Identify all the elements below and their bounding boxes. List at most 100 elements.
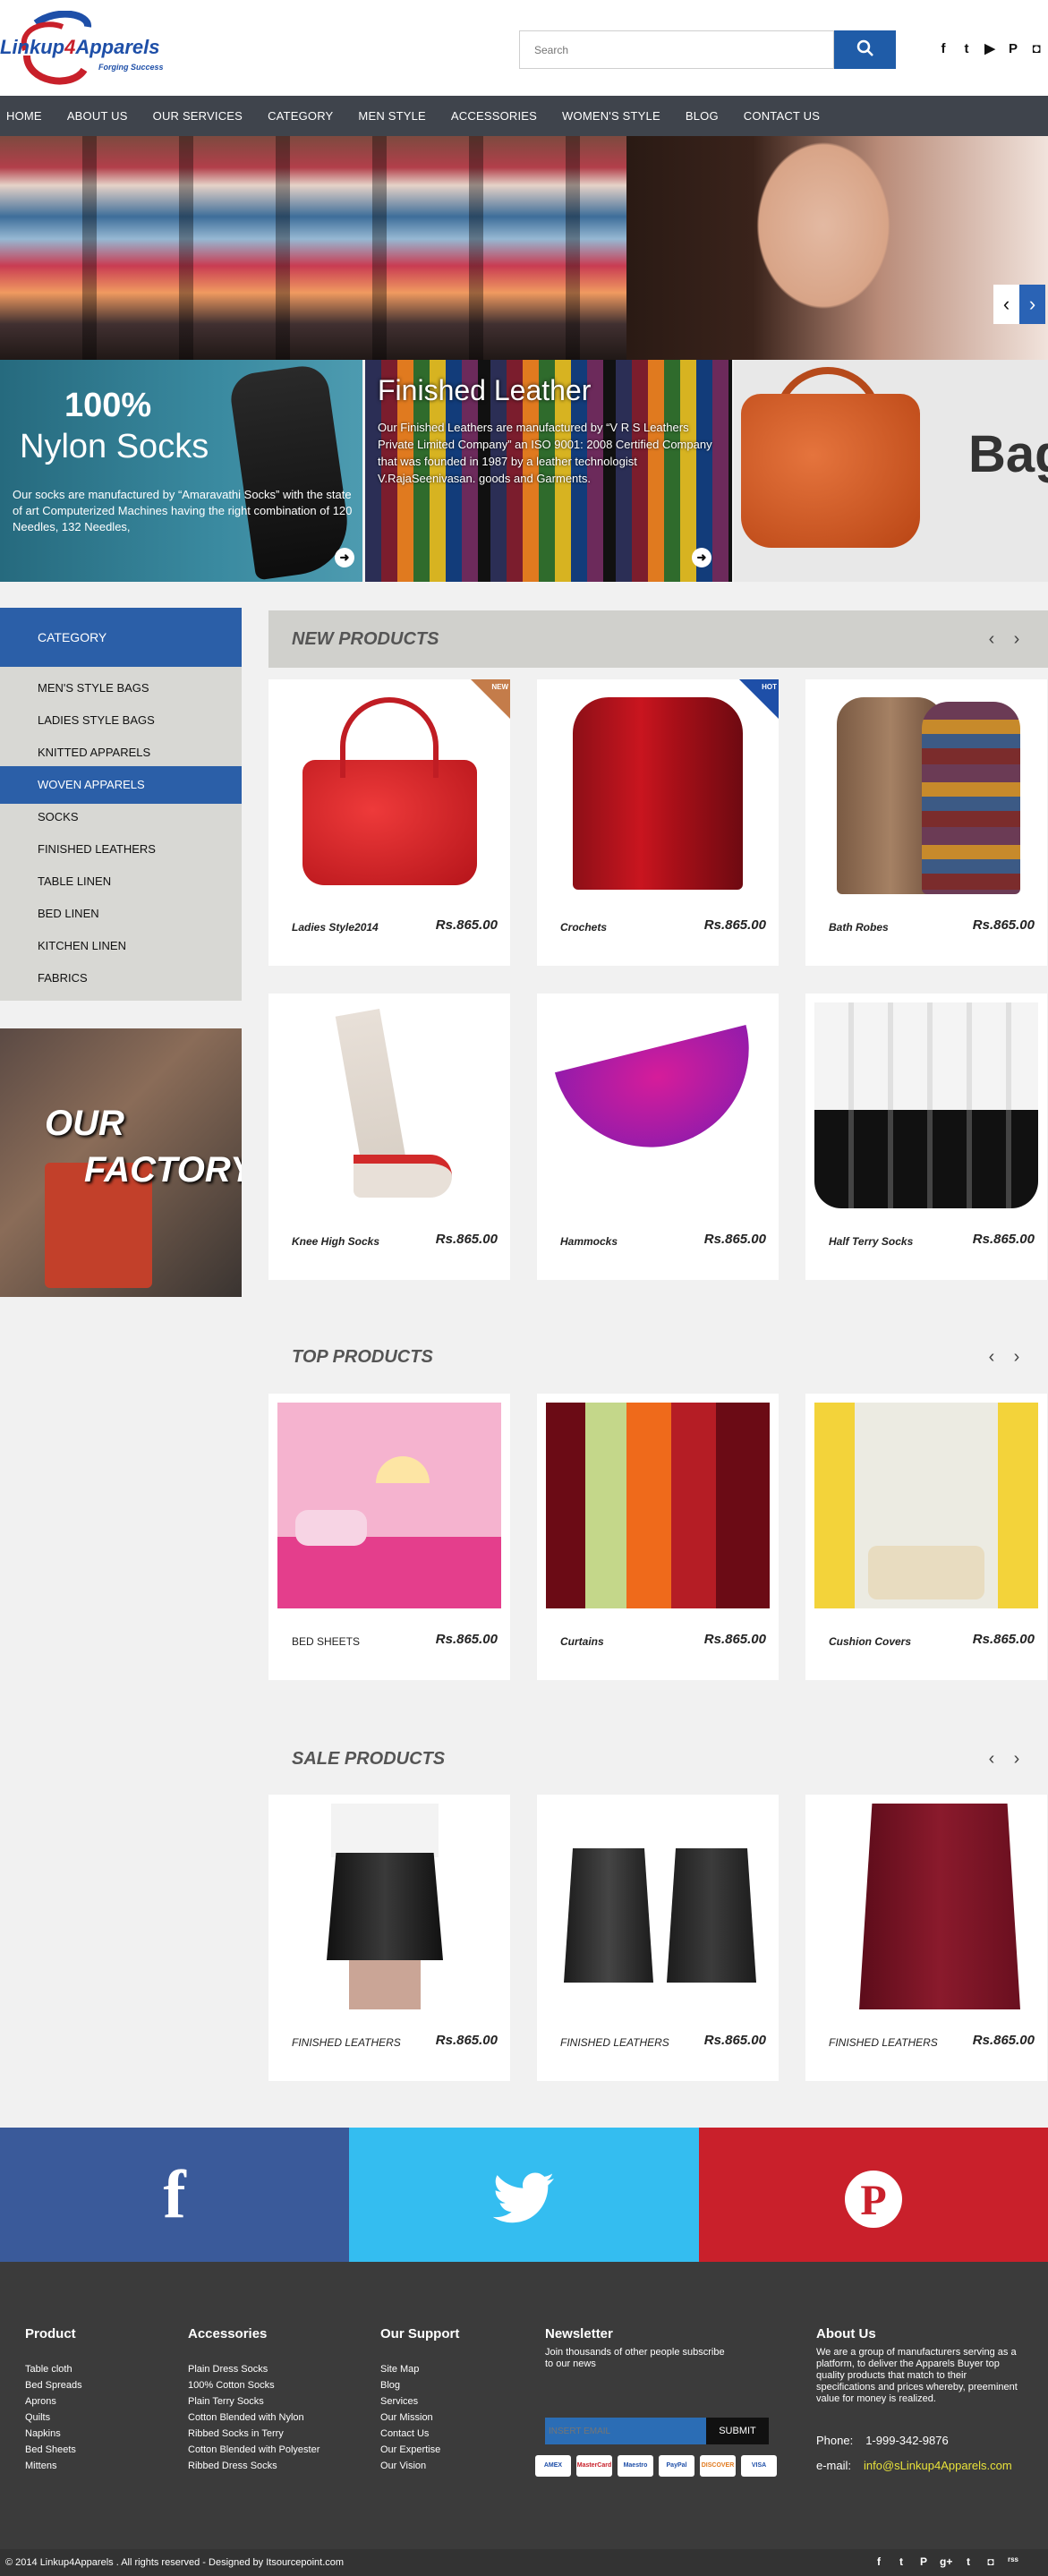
hero-prev-button[interactable]: ‹ [993, 285, 1019, 324]
product-card[interactable]: Half Terry Socks Rs.865.00 [805, 994, 1047, 1280]
contact-email[interactable]: e-mail: info@sLinkup4Apparels.com [816, 2459, 1012, 2472]
footer-link[interactable]: Quilts [25, 2410, 82, 2426]
facebook-icon[interactable]: f [0, 2128, 349, 2262]
footer-link[interactable]: Aprons [25, 2393, 82, 2410]
footer-link[interactable]: Our Expertise [380, 2442, 459, 2458]
twitter-icon[interactable]: t [895, 2555, 907, 2570]
nav-contact-us[interactable]: CONTACT US [744, 109, 820, 123]
logo-tagline: Forging Success [98, 63, 164, 72]
footer-link[interactable]: Plain Terry Socks [188, 2393, 320, 2410]
product-card[interactable]: FINISHED LEATHERS Rs.865.00 [537, 1795, 779, 2081]
category-item-fabrics[interactable]: FABRICS [0, 962, 242, 994]
footer-link[interactable]: Blog [380, 2377, 459, 2393]
nav-home[interactable]: HOME [6, 109, 42, 123]
chevron-right-icon[interactable]: › [1010, 630, 1024, 648]
footer-link[interactable]: Site Map [380, 2361, 459, 2377]
chevron-left-icon[interactable]: ‹ [984, 1348, 999, 1366]
nav-womens-style[interactable]: WOMEN'S STYLE [562, 109, 660, 123]
product-price: Rs.865.00 [435, 1232, 498, 1247]
nav-accessories[interactable]: ACCESSORIES [451, 109, 537, 123]
product-card[interactable]: BED SHEETS Rs.865.00 [268, 1394, 510, 1680]
pinterest-icon[interactable]: P [917, 2555, 930, 2570]
footer-link[interactable]: Cotton Blended with Nylon [188, 2410, 320, 2426]
product-card[interactable]: Cushion Covers Rs.865.00 [805, 1394, 1047, 1680]
footer-column-title: Accessories [188, 2326, 268, 2341]
google-plus-icon[interactable]: g+ [940, 2555, 952, 2570]
product-price: Rs.865.00 [435, 1632, 498, 1647]
product-card[interactable]: Knee High Socks Rs.865.00 [268, 994, 510, 1280]
product-card[interactable]: Curtains Rs.865.00 [537, 1394, 779, 1680]
footer-link[interactable]: Ribbed Socks in Terry [188, 2426, 320, 2442]
footer-product-column: Product Table cloth Bed Spreads Aprons Q… [25, 2326, 82, 2474]
social-band: f P [0, 2128, 1048, 2262]
pinterest-icon[interactable]: P [699, 2128, 1048, 2262]
nav-about-us[interactable]: ABOUT US [67, 109, 128, 123]
tumblr-icon[interactable]: t [962, 2555, 975, 2570]
footer-link[interactable]: Contact Us [380, 2426, 459, 2442]
category-list: MEN'S STYLE BAGS LADIES STYLE BAGS KNITT… [0, 667, 242, 1001]
arrow-right-icon[interactable]: ➜ [335, 548, 354, 567]
factory-title: OUR FACTORY [45, 1104, 242, 1190]
our-factory-banner[interactable]: OUR FACTORY [0, 1028, 242, 1297]
footer-link[interactable]: Ribbed Dress Socks [188, 2458, 320, 2474]
nav-our-services[interactable]: OUR SERVICES [153, 109, 243, 123]
footer-link[interactable]: Cotton Blended with Polyester [188, 2442, 320, 2458]
chevron-right-icon[interactable]: › [1010, 1348, 1024, 1366]
chevron-left-icon[interactable]: ‹ [984, 630, 999, 648]
chevron-left-icon[interactable]: ‹ [984, 1750, 999, 1768]
category-item-woven-apparels[interactable]: WOVEN APPARELS [0, 766, 242, 804]
product-card[interactable]: Bath Robes Rs.865.00 [805, 679, 1047, 966]
footer-link[interactable]: Mittens [25, 2458, 82, 2474]
footer-link[interactable]: Bed Spreads [25, 2377, 82, 2393]
product-card[interactable]: FINISHED LEATHERS Rs.865.00 [805, 1795, 1047, 2081]
facebook-icon[interactable]: f [873, 2555, 885, 2570]
product-card[interactable]: HOT Crochets Rs.865.00 [537, 679, 779, 966]
instagram-icon[interactable]: ◘ [984, 2555, 997, 2570]
promo-bags[interactable]: Bag [734, 360, 1048, 582]
nav-category[interactable]: CATEGORY [268, 109, 333, 123]
category-item-table-linen[interactable]: TABLE LINEN [0, 866, 242, 898]
nav-men-style[interactable]: MEN STYLE [358, 109, 425, 123]
product-card[interactable]: FINISHED LEATHERS Rs.865.00 [268, 1795, 510, 2081]
youtube-icon[interactable]: ▶ [983, 41, 997, 57]
footer-link[interactable]: Our Vision [380, 2458, 459, 2474]
promo-finished-leather[interactable]: Finished Leather Our Finished Leathers a… [365, 360, 732, 582]
facebook-icon[interactable]: f [936, 41, 950, 57]
arrow-right-icon[interactable]: ➜ [692, 548, 711, 567]
product-image-knee-high-socks [277, 1002, 501, 1208]
chevron-right-icon[interactable]: › [1010, 1750, 1024, 1768]
product-name: Ladies Style2014 [292, 921, 379, 934]
logo[interactable]: Linkup4Apparels Forging Success [0, 11, 179, 86]
footer-link[interactable]: 100% Cotton Socks [188, 2377, 320, 2393]
category-item-ladies-style-bags[interactable]: LADIES STYLE BAGS [0, 704, 242, 737]
twitter-icon[interactable] [349, 2128, 699, 2262]
product-card[interactable]: Hammocks Rs.865.00 [537, 994, 779, 1280]
twitter-icon[interactable]: t [959, 41, 974, 57]
footer-link[interactable]: Napkins [25, 2426, 82, 2442]
promo-nylon-socks[interactable]: 100% Nylon Socks Our socks are manufactu… [0, 360, 362, 582]
search-button[interactable] [834, 30, 896, 69]
newsletter-email-input[interactable] [545, 2418, 706, 2444]
site-header: Linkup4Apparels Forging Success f t ▶ P … [0, 0, 1048, 96]
instagram-icon[interactable]: ◘ [1029, 41, 1044, 57]
paypal-icon: PayPal [659, 2455, 694, 2477]
footer-link[interactable]: Services [380, 2393, 459, 2410]
category-item-socks[interactable]: SOCKS [0, 801, 242, 833]
product-card[interactable]: NEW Ladies Style2014 Rs.865.00 [268, 679, 510, 966]
category-item-finished-leathers[interactable]: FINISHED LEATHERS [0, 833, 242, 866]
footer-link[interactable]: Our Mission [380, 2410, 459, 2426]
search-input[interactable] [519, 30, 834, 69]
product-image-red-handbag [277, 688, 501, 894]
category-item-knitted-apparels[interactable]: KNITTED APPARELS [0, 737, 242, 769]
nav-blog[interactable]: BLOG [686, 109, 719, 123]
category-item-bed-linen[interactable]: BED LINEN [0, 898, 242, 930]
category-item-mens-style-bags[interactable]: MEN'S STYLE BAGS [0, 672, 242, 704]
footer-link[interactable]: Bed Sheets [25, 2442, 82, 2458]
newsletter-submit-button[interactable]: SUBMIT [706, 2418, 769, 2444]
rss-icon[interactable]: rss [1007, 2555, 1019, 2570]
footer-link[interactable]: Plain Dress Socks [188, 2361, 320, 2377]
category-item-kitchen-linen[interactable]: KITCHEN LINEN [0, 930, 242, 962]
pinterest-icon[interactable]: P [1006, 41, 1020, 57]
hero-next-button[interactable]: › [1019, 285, 1045, 324]
footer-link[interactable]: Table cloth [25, 2361, 82, 2377]
